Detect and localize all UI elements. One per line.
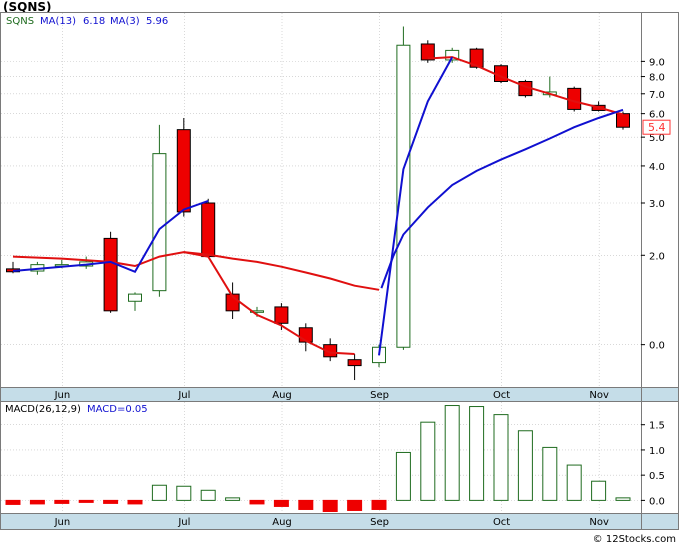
candle-body-down — [103, 237, 118, 312]
price-xtick-label: Aug — [272, 390, 292, 401]
macd-bar — [127, 499, 143, 505]
legend-ma3-label: MA(3) — [110, 16, 140, 27]
candle-body-down — [274, 306, 289, 324]
macd-bar — [517, 430, 533, 501]
macd-bar — [444, 405, 460, 501]
candle-body-down — [567, 87, 582, 110]
last-price-label: 5.4 — [648, 121, 666, 134]
legend-ticker: SQNS — [6, 16, 34, 27]
price-ytick-label: 5.0 — [649, 133, 665, 144]
macd-ytick-label: 1.0 — [649, 446, 665, 457]
candle-body-down — [616, 113, 630, 128]
price-ytick-label: 3.0 — [649, 199, 665, 210]
last-price-tag: 5.4 — [642, 119, 671, 135]
macd-xtick-label: Jun — [54, 517, 71, 528]
macd-bar — [566, 464, 582, 501]
macd-xaxis-band — [0, 513, 642, 530]
watermark: © 12Stocks.com — [592, 534, 676, 545]
price-xtick-label: Nov — [589, 390, 609, 401]
chart-canvas: 9.0 8.0 7.0 6.0 5.0 4.0 3.0 2.0 0.0 Jun Jul Aug Sep… — [0, 12, 679, 530]
price-corner-band — [641, 387, 679, 402]
price-ytick-label: 8.0 — [649, 73, 665, 84]
macd-bar — [322, 499, 338, 512]
price-xaxis-band — [0, 387, 642, 402]
macd-bar — [273, 499, 289, 507]
macd-corner-band — [641, 513, 679, 530]
macd-bar — [298, 499, 314, 510]
legend-ma13-value: 6.18 — [83, 16, 105, 27]
candle — [420, 40, 435, 63]
macd-bar — [493, 414, 509, 501]
price-ytick-label: 2.0 — [649, 251, 665, 262]
macd-bar — [395, 451, 411, 501]
macd-bar — [347, 499, 363, 511]
macd-bar — [420, 421, 436, 501]
price-xtick-label: Sep — [370, 390, 389, 401]
macd-bar — [78, 499, 94, 503]
candle — [176, 118, 191, 217]
macd-xtick-label: Jul — [177, 517, 190, 528]
legend-macd-label: MACD(26,12,9) — [5, 404, 81, 415]
macd-xtick-label: Aug — [272, 517, 292, 528]
candle-body-down — [176, 129, 191, 213]
macd-bar — [54, 499, 70, 504]
macd-bar — [469, 406, 485, 501]
candle-body-up — [128, 293, 142, 302]
macd-bar — [176, 485, 192, 501]
candle-body-down — [347, 359, 362, 367]
macd-bar — [225, 497, 241, 501]
macd-legend: MACD(26,12,9) MACD=0.05 — [5, 404, 148, 415]
macd-xtick-label: Sep — [370, 517, 389, 528]
macd-bar — [371, 499, 387, 510]
price-panel — [0, 12, 642, 388]
macd-bar — [5, 499, 21, 505]
macd-bar — [200, 489, 216, 501]
price-ytick-label: 9.0 — [649, 57, 665, 68]
macd-bar — [103, 499, 119, 504]
macd-ytick-label: 0.5 — [649, 471, 665, 482]
macd-ytick-label: 0.0 — [649, 496, 665, 507]
candle — [396, 26, 411, 350]
legend-macd-value: MACD=0.05 — [87, 404, 148, 415]
macd-bar — [29, 499, 45, 505]
macd-bar — [591, 480, 607, 501]
legend-ma3-value: 5.96 — [146, 16, 168, 27]
candle-body-up — [152, 153, 167, 292]
price-ytick-label: 7.0 — [649, 90, 665, 101]
macd-xtick-label: Oct — [493, 517, 510, 528]
macd-bar — [542, 446, 558, 501]
macd-xtick-label: Nov — [589, 517, 609, 528]
candle — [103, 231, 118, 313]
candle — [201, 198, 216, 258]
legend-ma13-label: MA(13) — [40, 16, 76, 27]
price-xtick-label: Oct — [493, 390, 510, 401]
price-ytick-label: 6.0 — [649, 110, 665, 121]
price-xtick-label: Jun — [54, 390, 71, 401]
macd-bar — [151, 484, 167, 501]
macd-ytick-label: 1.5 — [649, 421, 665, 432]
candle-body-down — [201, 202, 216, 258]
price-ytick-label: 0.0 — [649, 341, 665, 352]
price-xtick-label: Jul — [177, 390, 190, 401]
macd-bar — [249, 499, 265, 505]
macd-bar — [615, 497, 631, 501]
price-ytick-label: 4.0 — [649, 162, 665, 173]
